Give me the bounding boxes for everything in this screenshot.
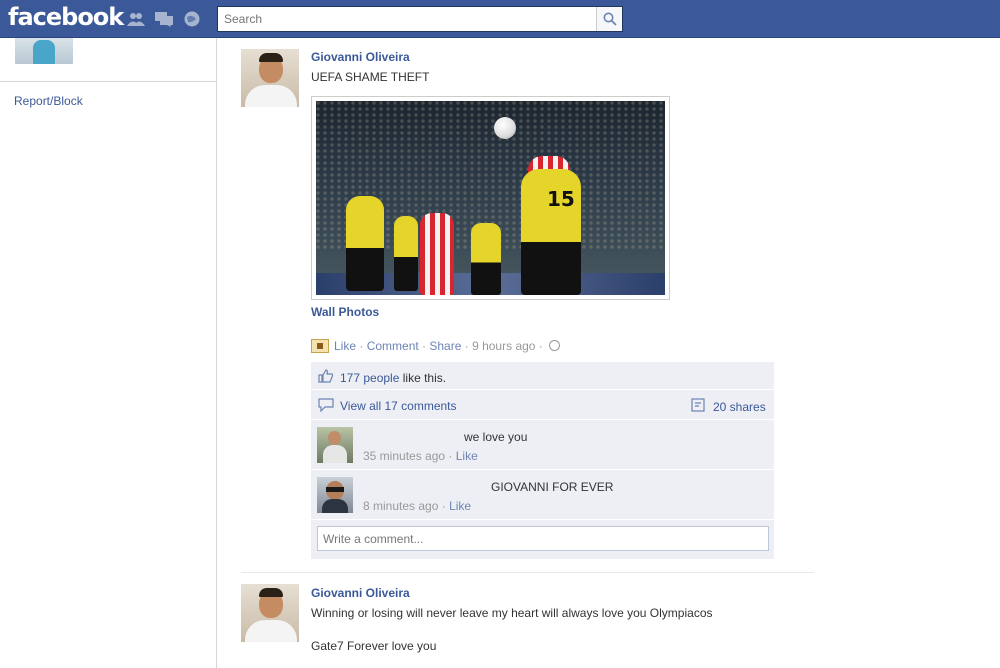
report-block-link[interactable]: Report/Block [14, 94, 83, 108]
search-input[interactable] [218, 7, 596, 31]
share-count-icon [691, 398, 705, 412]
likes-row: 177 people like this. [311, 362, 774, 390]
top-navigation-bar: facebook [0, 0, 1000, 38]
author-avatar[interactable] [241, 49, 299, 107]
public-globe-icon [549, 340, 561, 351]
likers-link[interactable]: 177 people [340, 371, 399, 385]
post-message-line-2: Gate7 Forever love you [311, 639, 437, 653]
messages-icon[interactable] [155, 11, 173, 27]
football-match-photo: 15 [316, 101, 665, 295]
left-sidebar: Report/Block [0, 38, 217, 668]
comment-item: GIOVANNI FOR EVER 8 minutes ago · Like [311, 470, 774, 520]
post-message: Winning or losing will never leave my he… [311, 606, 713, 620]
commenter-avatar[interactable] [317, 427, 353, 463]
comment-meta: 8 minutes ago · Like [363, 499, 472, 513]
share-link[interactable]: Share [429, 339, 461, 353]
comment-text: we love you [464, 430, 528, 444]
comment-bubble-icon [318, 398, 334, 412]
facebook-logo[interactable]: facebook [8, 3, 124, 31]
thumbs-up-icon [318, 369, 334, 383]
post-author-name[interactable]: Giovanni Oliveira [311, 586, 410, 600]
profile-picture[interactable] [15, 38, 73, 64]
likes-suffix: like this. [402, 371, 447, 385]
comment-link[interactable]: Comment [367, 339, 419, 353]
search-icon [603, 12, 617, 26]
view-all-comments-link[interactable]: View all 17 comments [340, 399, 457, 413]
comment-text: GIOVANNI FOR EVER [491, 480, 614, 494]
commenter-avatar[interactable] [317, 477, 353, 513]
post-author-name[interactable]: Giovanni Oliveira [311, 50, 410, 64]
write-comment-input[interactable]: Write a comment... [317, 526, 769, 551]
search-box [217, 6, 623, 32]
comment-timestamp[interactable]: 8 minutes ago [363, 499, 438, 513]
friend-requests-icon[interactable] [127, 11, 145, 27]
photo-attachment-icon [311, 339, 329, 353]
comment-like-link[interactable]: Like [456, 449, 478, 463]
comment-timestamp[interactable]: 35 minutes ago [363, 449, 445, 463]
wall-photos-link[interactable]: Wall Photos [311, 305, 379, 319]
author-avatar[interactable] [241, 584, 299, 642]
sidebar-divider [0, 81, 216, 82]
write-comment-row: Write a comment... [311, 520, 774, 560]
post-timestamp[interactable]: 9 hours ago [472, 339, 535, 353]
shares-count-link[interactable]: 20 shares [713, 400, 766, 414]
post-photo[interactable]: 15 [311, 96, 670, 300]
post-message: UEFA SHAME THEFT [311, 70, 430, 84]
search-button[interactable] [596, 7, 622, 31]
comments-header-row: View all 17 comments 20 shares [311, 390, 774, 420]
notifications-icon[interactable] [183, 11, 201, 27]
like-link[interactable]: Like [334, 339, 356, 353]
comment-item: we love you 35 minutes ago · Like [311, 420, 774, 470]
post-divider [241, 572, 814, 573]
feedback-box: 177 people like this. View all 17 commen… [311, 362, 774, 560]
comment-like-link[interactable]: Like [449, 499, 471, 513]
post-actions: Like · Comment · Share · 9 hours ago · [311, 339, 561, 355]
comment-meta: 35 minutes ago · Like [363, 449, 478, 463]
